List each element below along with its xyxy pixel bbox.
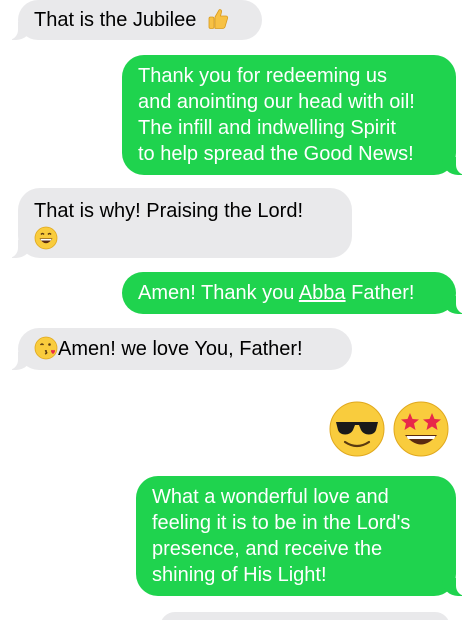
message-text: That is the Jubilee [34, 9, 197, 31]
message-bubble-outgoing[interactable]: Thank you for redeeming us and anointing… [122, 55, 466, 175]
message-text-part: Amen! Thank you [138, 282, 299, 304]
message-bubble-outgoing[interactable]: Amen! Thank you Abba Father! [122, 272, 466, 314]
face-blowing-kiss-icon [34, 336, 58, 360]
message-text: What a wonderful love and feeling it is … [152, 486, 411, 586]
message-text-part: Father! [345, 282, 415, 304]
link-abba[interactable]: Abba [299, 282, 346, 304]
message-text: Amen! we love You, Father! [58, 338, 303, 360]
message-text: That is why! Praising the Lord! [34, 200, 304, 222]
message-bubble-incoming-partial[interactable] [160, 612, 450, 620]
message-text: Thank you for redeeming us and anointing… [138, 65, 415, 165]
message-thread: That is the Jubilee Thank you for redeem… [0, 0, 474, 620]
thumbs-up-icon [206, 7, 230, 31]
grinning-face-icon [34, 226, 58, 250]
message-bubble-outgoing[interactable]: What a wonderful love and feeling it is … [136, 476, 466, 596]
message-bubble-incoming[interactable]: That is the Jubilee [8, 0, 262, 40]
message-bubble-incoming[interactable]: Amen! we love You, Father! [8, 328, 352, 370]
sunglasses-face-icon[interactable] [328, 400, 386, 458]
message-bubble-incoming[interactable]: That is why! Praising the Lord! [8, 188, 352, 258]
star-struck-face-icon[interactable] [392, 400, 450, 458]
